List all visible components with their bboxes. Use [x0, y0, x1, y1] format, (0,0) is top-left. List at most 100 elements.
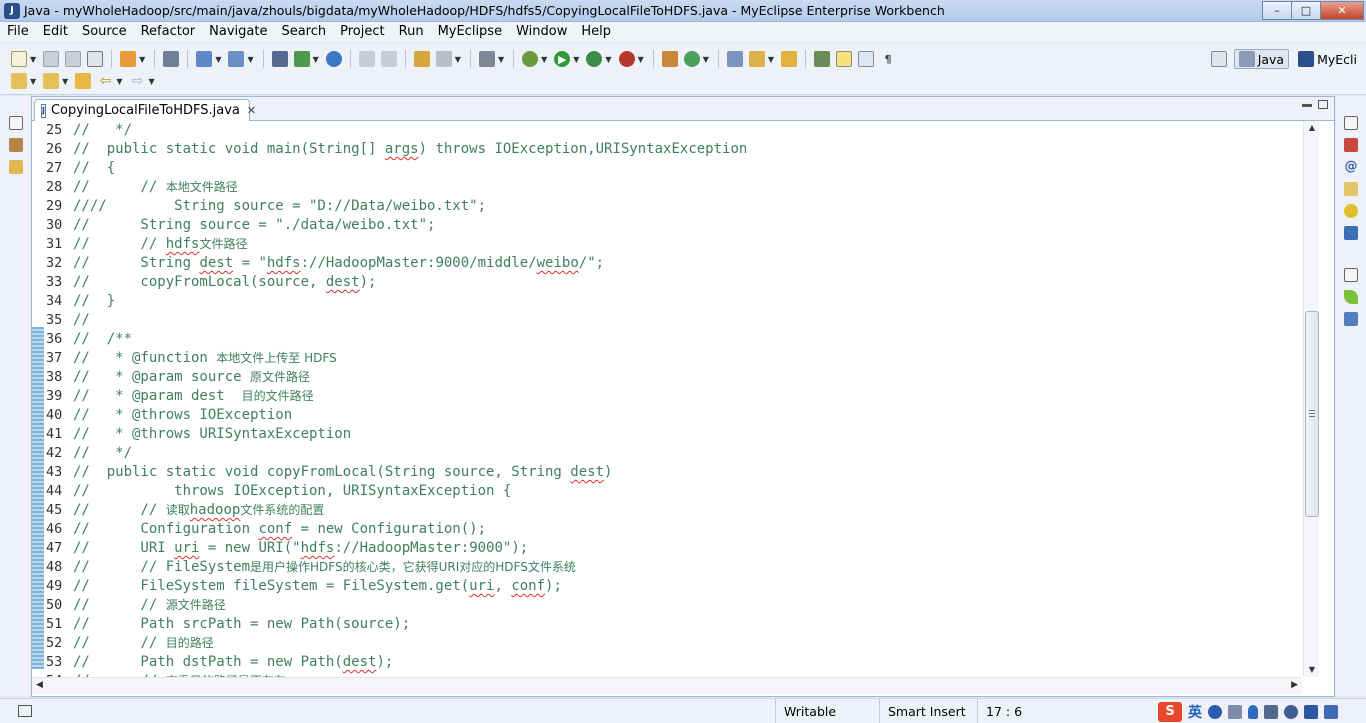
run-server-icon[interactable]: [293, 51, 310, 67]
myeclipse-new-dropdown-icon[interactable]: ▼: [139, 55, 145, 64]
camera-icon[interactable]: [478, 51, 495, 67]
package-explorer-icon[interactable]: [9, 138, 23, 152]
disabled-tool-icon[interactable]: [358, 51, 375, 67]
back-icon[interactable]: ⇦: [97, 73, 113, 89]
print-icon[interactable]: [87, 51, 104, 67]
menu-navigate[interactable]: Navigate: [202, 22, 274, 42]
scroll-right-icon[interactable]: ▶: [1291, 680, 1298, 690]
horizontal-scrollbar[interactable]: ◀ ▶: [32, 677, 1302, 695]
perspective-java[interactable]: Java: [1233, 49, 1290, 69]
editor-tab[interactable]: J CopyingLocalFileToHDFS.java ✕: [34, 99, 256, 121]
run-icon[interactable]: ▶: [554, 51, 571, 67]
minimize-editor-icon[interactable]: [1302, 104, 1312, 107]
fast-view-icon[interactable]: [18, 705, 32, 717]
open-folder-icon[interactable]: [781, 51, 798, 67]
deploy-icon[interactable]: [271, 51, 288, 67]
debug-dropdown-icon[interactable]: ▼: [541, 55, 547, 64]
dropdown-icon[interactable]: ▼: [455, 55, 461, 64]
maximize-button[interactable]: □: [1291, 1, 1321, 20]
maximize-editor-icon[interactable]: [1318, 100, 1328, 109]
leaf-icon[interactable]: [1344, 290, 1358, 304]
run-dropdown-icon[interactable]: ▼: [573, 55, 579, 64]
scroll-up-icon[interactable]: ▲: [1304, 121, 1320, 135]
new-package-icon[interactable]: [228, 51, 245, 67]
dropdown-icon[interactable]: ▼: [30, 77, 36, 86]
new-class-icon[interactable]: [661, 51, 678, 67]
dropdown-icon[interactable]: ▼: [768, 55, 774, 64]
menu-help[interactable]: Help: [574, 22, 618, 42]
ime-language[interactable]: 英: [1188, 702, 1202, 722]
user-icon[interactable]: [1284, 704, 1298, 719]
tools-icon[interactable]: [1324, 704, 1338, 719]
open-type-icon[interactable]: [413, 51, 430, 67]
problems-icon[interactable]: [1344, 138, 1358, 152]
servers-icon[interactable]: [1344, 204, 1358, 218]
run-last-icon[interactable]: [586, 51, 603, 67]
restore-icon[interactable]: [1344, 268, 1358, 282]
dropdown-icon[interactable]: ▼: [703, 55, 709, 64]
outline-icon[interactable]: [1344, 312, 1358, 326]
menu-run[interactable]: Run: [392, 22, 431, 42]
brush-icon[interactable]: [748, 51, 765, 67]
scroll-thumb[interactable]: [1305, 311, 1319, 517]
moon-icon[interactable]: [1208, 704, 1222, 719]
forward-dropdown-icon[interactable]: ▼: [148, 77, 154, 86]
menu-search[interactable]: Search: [274, 22, 333, 42]
overview-ruler[interactable]: [1320, 121, 1334, 677]
scroll-left-icon[interactable]: ◀: [36, 680, 43, 690]
dropdown-icon[interactable]: ▼: [498, 55, 504, 64]
disabled-tool-icon[interactable]: [380, 51, 397, 67]
new-interface-icon[interactable]: [683, 51, 700, 67]
hierarchy-icon[interactable]: [9, 160, 23, 174]
javadoc-icon[interactable]: @: [1344, 160, 1358, 174]
save-icon[interactable]: [43, 51, 60, 67]
microphone-icon[interactable]: [1248, 704, 1258, 719]
minimize-button[interactable]: –: [1262, 1, 1292, 20]
vertical-scrollbar[interactable]: ▲ ▼: [1303, 121, 1319, 677]
server-icon[interactable]: [163, 51, 180, 67]
menu-project[interactable]: Project: [333, 22, 391, 42]
menu-file[interactable]: File: [0, 22, 36, 42]
code-editor[interactable]: 25// */26// public static void main(Stri…: [32, 121, 1302, 677]
dropdown-icon[interactable]: ▼: [605, 55, 611, 64]
close-button[interactable]: ✕: [1320, 1, 1364, 20]
menu-edit[interactable]: Edit: [36, 22, 75, 42]
forward-icon[interactable]: ⇨: [129, 73, 145, 89]
shirt-icon[interactable]: [1304, 704, 1318, 719]
scroll-down-icon[interactable]: ▼: [1304, 663, 1320, 677]
new-icon[interactable]: [11, 51, 27, 67]
next-annotation-icon[interactable]: [11, 73, 27, 89]
console-icon[interactable]: [1344, 226, 1358, 240]
close-tab-icon[interactable]: ✕: [247, 104, 256, 117]
show-whitespace-icon[interactable]: ¶: [880, 51, 896, 67]
new-dropdown-icon[interactable]: ▼: [30, 55, 36, 64]
previous-annotation-icon[interactable]: [43, 73, 60, 89]
dropdown-icon[interactable]: ▼: [62, 77, 68, 86]
last-edit-location-icon[interactable]: [75, 73, 92, 89]
dropdown-icon[interactable]: ▼: [313, 55, 319, 64]
dropdown-icon[interactable]: ▼: [215, 55, 221, 64]
restore-icon[interactable]: [9, 116, 23, 130]
save-all-icon[interactable]: [65, 51, 82, 67]
restore-icon[interactable]: [1344, 116, 1358, 130]
declaration-icon[interactable]: [1344, 182, 1358, 196]
block-selection-icon[interactable]: [858, 51, 875, 67]
external-tools-icon[interactable]: [618, 51, 635, 67]
globe-icon[interactable]: [325, 51, 342, 67]
punctuation-icon[interactable]: [1228, 704, 1242, 719]
dropdown-icon[interactable]: ▼: [247, 55, 253, 64]
menu-window[interactable]: Window: [509, 22, 574, 42]
open-task-icon[interactable]: [726, 51, 743, 67]
search-tool-icon[interactable]: [435, 51, 452, 67]
debug-icon[interactable]: [522, 51, 539, 67]
pin-icon[interactable]: [814, 51, 831, 67]
open-perspective-icon[interactable]: [1210, 51, 1227, 67]
sogou-logo-icon[interactable]: S: [1158, 701, 1182, 722]
new-java-project-icon[interactable]: [196, 51, 213, 67]
menu-myeclipse[interactable]: MyEclipse: [431, 22, 510, 42]
back-dropdown-icon[interactable]: ▼: [116, 77, 122, 86]
menu-refactor[interactable]: Refactor: [134, 22, 203, 42]
myeclipse-new-icon[interactable]: [120, 51, 137, 67]
keyboard-icon[interactable]: [1264, 704, 1278, 719]
perspective-myeclipse[interactable]: MyEcli: [1293, 49, 1362, 69]
